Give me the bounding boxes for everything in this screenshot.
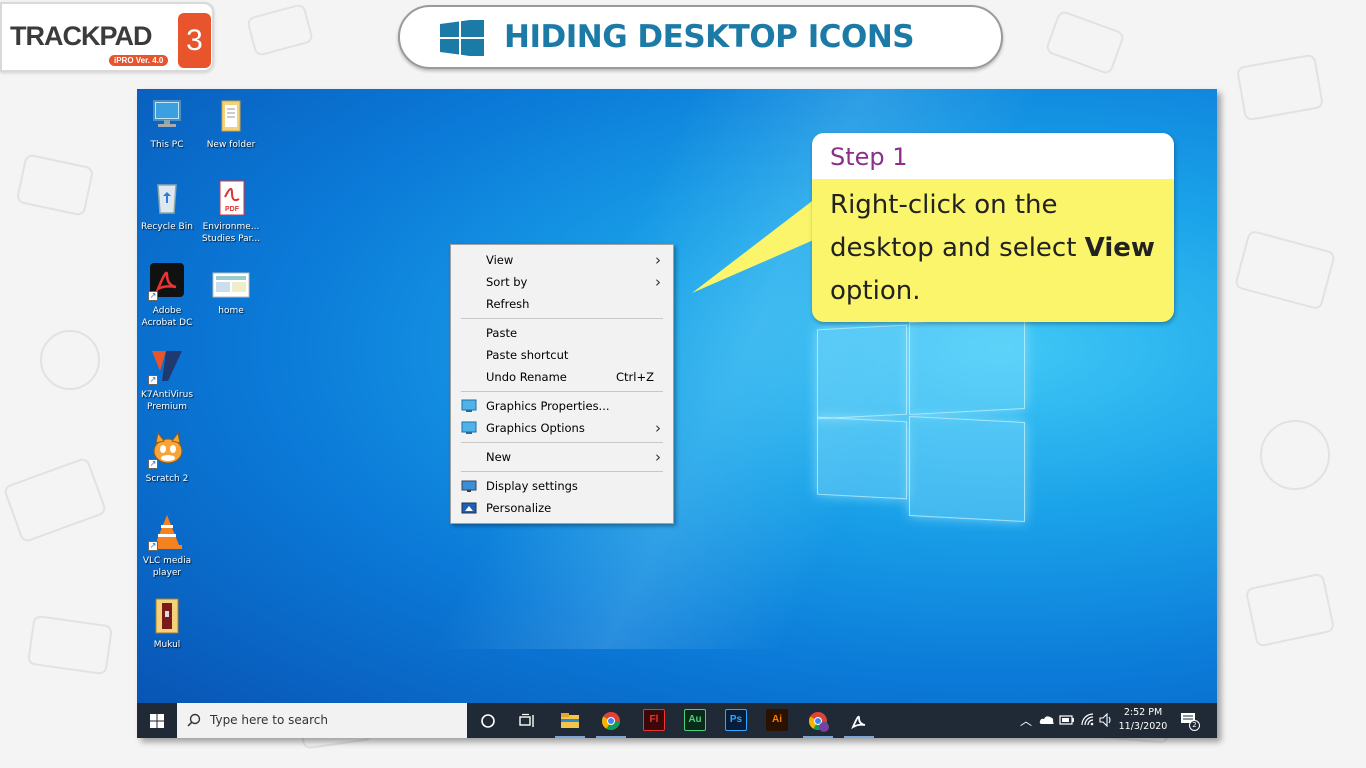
desktop-icon-vlc[interactable]: ↗ VLC media player [137,513,200,579]
desktop-icon-scratch[interactable]: ↗ Scratch 2 [137,431,200,485]
running-indicator [555,736,585,738]
shortcut-arrow-icon: ↗ [148,459,158,469]
menu-item-graphics-properties[interactable]: Graphics Properties... [451,395,673,417]
windows-logo-icon [440,20,484,56]
menu-item-graphics-options[interactable]: Graphics Options › [451,417,673,439]
file-explorer-icon[interactable] [560,712,580,730]
battery-icon[interactable] [1059,714,1075,726]
search-icon [187,713,201,727]
personalize-icon [461,502,477,514]
clock-date: 11/3/2020 [1118,721,1168,732]
shortcut-arrow-icon: ↗ [148,541,158,551]
taskbar-search-box[interactable]: Type here to search [177,703,467,738]
svg-text:PDF: PDF [225,206,240,213]
shortcut-arrow-icon: ↗ [148,375,158,385]
acrobat-taskbar-icon[interactable] [850,712,868,730]
menu-item-paste-shortcut[interactable]: Paste shortcut [451,344,673,366]
menu-divider [461,471,663,472]
task-view-icon[interactable] [519,713,537,729]
wifi-icon[interactable] [1081,713,1095,727]
chrome-profile-icon[interactable] [808,711,830,733]
desktop-icon-mukul[interactable]: Mukul [137,597,200,651]
trackpad-logo: TRACKPAD iPRO Ver. 4.0 3 [0,2,214,72]
callout-pointer [692,195,825,293]
this-pc-icon [153,100,181,127]
taskbar-clock[interactable]: 2:52 PM 11/3/2020 [1118,706,1168,734]
start-button[interactable] [137,703,177,738]
menu-item-paste[interactable]: Paste [451,322,673,344]
desktop-icon-new-folder[interactable]: New folder [198,97,264,151]
graphics-icon [461,421,477,434]
recycle-bin-icon [157,184,177,214]
onedrive-cloud-icon[interactable] [1039,715,1055,725]
desktop-icon-home[interactable]: home [198,263,264,317]
archive-icon [155,598,179,634]
menu-divider [461,318,663,319]
pdf-file-icon: PDF [219,180,245,216]
chevron-right-icon: › [655,448,661,466]
keyboard-shortcut: Ctrl+Z [616,370,654,384]
menu-divider [461,442,663,443]
desktop-context-menu[interactable]: View › Sort by › Refresh Paste Paste sho… [450,244,674,524]
shortcut-arrow-icon: ↗ [148,291,158,301]
clock-time: 2:52 PM [1123,707,1163,718]
show-hidden-icons-chevron-icon[interactable]: ︿ [1020,712,1032,738]
chevron-right-icon: › [655,251,661,269]
photoshop-icon[interactable]: Ps [725,709,747,731]
wallpaper-windows-logo [817,315,1027,523]
chrome-icon[interactable] [601,711,621,731]
menu-item-view[interactable]: View › [451,249,673,271]
search-placeholder: Type here to search [210,713,328,727]
logo-number: 3 [178,13,211,68]
menu-item-refresh[interactable]: Refresh [451,293,673,315]
logo-version: iPRO Ver. 4.0 [109,55,169,66]
image-file-icon [212,272,250,298]
running-indicator [596,736,626,738]
menu-item-undo-rename[interactable]: Undo Rename Ctrl+Z [451,366,673,388]
cortana-icon[interactable] [480,713,496,729]
display-icon [461,480,477,492]
running-indicator [803,736,833,738]
page-title: HIDING DESKTOP ICONS [504,19,915,55]
action-center-button[interactable]: 2 [1180,712,1200,731]
callout-instruction: Right-click on the desktop and select Vi… [830,190,1155,306]
chevron-right-icon: › [655,273,661,291]
menu-divider [461,391,663,392]
running-indicator [844,736,874,738]
volume-icon[interactable] [1099,713,1113,727]
notification-count-badge: 2 [1189,720,1200,731]
menu-item-display-settings[interactable]: Display settings [451,475,673,497]
taskbar: Type here to search Fl Au Ps Ai ︿ 2:52 P… [137,703,1217,738]
folder-icon [221,100,241,132]
step-callout: Step 1 Right-click on the desktop and se… [812,133,1174,322]
windows-start-icon [150,714,164,728]
graphics-icon [461,399,477,412]
logo-name: TRACKPAD [10,21,152,51]
desktop-icon-k7-antivirus[interactable]: ↗ K7AntiVirus Premium [137,347,200,413]
title-banner: HIDING DESKTOP ICONS [398,5,1003,69]
desktop-icon-pdf-document[interactable]: PDF Environme... Studies Par... [198,179,264,245]
chevron-right-icon: › [655,419,661,437]
illustrator-icon[interactable]: Ai [766,709,788,731]
menu-item-sort-by[interactable]: Sort by › [451,271,673,293]
desktop-icon-recycle-bin[interactable]: Recycle Bin [137,179,200,233]
menu-item-new[interactable]: New › [451,446,673,468]
audition-icon[interactable]: Au [684,709,706,731]
menu-item-personalize[interactable]: Personalize [451,497,673,519]
callout-heading: Step 1 [812,133,1174,179]
desktop-icon-acrobat[interactable]: ↗ Adobe Acrobat DC [137,263,200,329]
desktop-icon-this-pc[interactable]: This PC [137,97,200,151]
flash-icon[interactable]: Fl [643,709,665,731]
